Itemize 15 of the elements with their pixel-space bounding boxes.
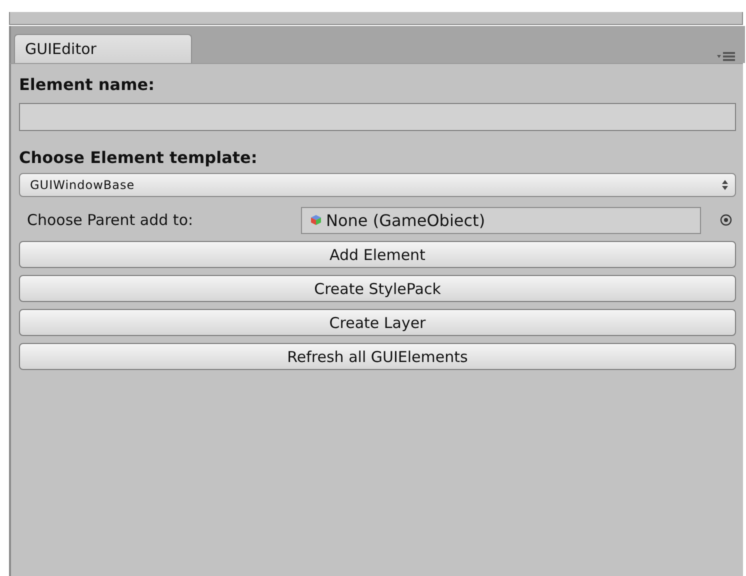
cube-icon [310,214,322,226]
action-button[interactable]: Refresh all GUIElements [19,343,736,370]
input-field[interactable] [19,103,736,131]
editor-tab[interactable]: GUIEditor [14,34,192,63]
action-button[interactable]: Create Layer [19,309,736,336]
template-dropdown[interactable]: GUIWindowBase [19,173,736,197]
field-label: Choose Parent add to: [26,211,194,229]
object-field[interactable]: None (GameObiect) [301,206,701,234]
action-button[interactable]: Create StylePack [19,275,736,302]
field-label: Choose Element template: [19,148,258,167]
field-label: Element name: [19,75,156,94]
action-button[interactable]: Add Element [19,241,736,268]
menu-icon[interactable] [717,51,735,61]
target-icon[interactable] [720,214,732,226]
updown-icon [722,180,728,190]
